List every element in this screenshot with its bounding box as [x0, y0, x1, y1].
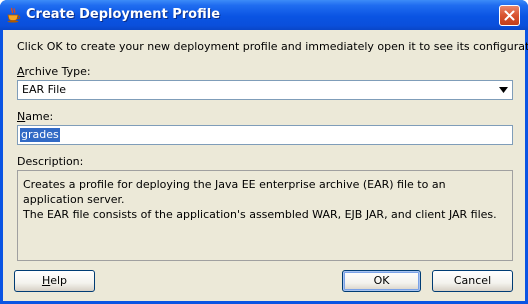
help-mnemonic: H — [41, 274, 51, 287]
title-bar[interactable]: Create Deployment Profile — [0, 0, 528, 30]
cancel-button[interactable]: Cancel — [432, 270, 513, 292]
help-label-rest: elp — [50, 274, 68, 287]
name-label: Name: — [17, 110, 53, 123]
dialog-body: Click OK to create your new deployment p… — [3, 30, 528, 301]
java-cup-icon — [5, 7, 21, 23]
description-line-1: Creates a profile for deploying the Java… — [23, 178, 446, 206]
window-title: Create Deployment Profile — [26, 7, 221, 22]
archive-type-mnemonic: A — [17, 65, 25, 78]
archive-type-dropdown[interactable]: EAR File — [17, 80, 513, 100]
description-text-area[interactable]: Creates a profile for deploying the Java… — [17, 170, 513, 261]
description-line-2: The EAR file consists of the application… — [23, 208, 497, 221]
close-button[interactable] — [499, 5, 520, 26]
ok-button[interactable]: OK — [342, 270, 421, 292]
description-label: Description: — [17, 155, 84, 168]
help-button[interactable]: Help — [14, 270, 95, 292]
name-input[interactable]: grades — [17, 125, 513, 145]
dialog-window: Create Deployment Profile Click OK to cr… — [0, 0, 528, 304]
name-input-value: grades — [20, 128, 60, 142]
chevron-down-icon — [499, 87, 508, 93]
name-mnemonic: N — [17, 110, 26, 123]
intro-text: Click OK to create your new deployment p… — [17, 40, 528, 53]
archive-type-label: Archive Type: — [17, 65, 91, 78]
close-icon — [504, 10, 515, 21]
name-label-rest: ame: — [25, 110, 54, 123]
archive-type-label-rest: rchive Type: — [24, 65, 91, 78]
archive-type-value: EAR File — [22, 83, 67, 96]
